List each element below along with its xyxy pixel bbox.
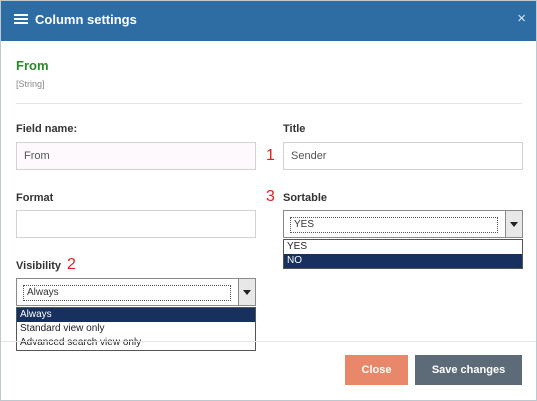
footer-divider	[1, 341, 536, 342]
sortable-select[interactable]: YES	[283, 210, 523, 238]
visibility-option-always[interactable]: Always	[17, 308, 255, 322]
sortable-options-list: YES NO	[283, 239, 523, 269]
sortable-option-no[interactable]: NO	[284, 254, 522, 268]
field-title: From	[16, 58, 49, 73]
dialog-title: Column settings	[35, 12, 137, 27]
list-icon	[14, 14, 28, 26]
visibility-select[interactable]: Always	[16, 278, 256, 306]
save-changes-button[interactable]: Save changes	[415, 355, 522, 385]
visibility-selected-value: Always	[23, 285, 231, 301]
format-input[interactable]	[16, 210, 256, 238]
field-name-label: Field name:	[16, 123, 78, 135]
visibility-label: Visibility	[16, 260, 62, 272]
column-settings-dialog: Column settings × From [String] Field na…	[0, 0, 537, 401]
dropdown-arrow-icon[interactable]	[238, 279, 255, 305]
visibility-option-advanced[interactable]: Advanced search view only	[17, 336, 255, 350]
sortable-label: Sortable	[283, 192, 328, 204]
annotation-1: 1	[266, 147, 275, 164]
annotation-3: 3	[266, 188, 275, 205]
title-input[interactable]	[283, 142, 523, 170]
close-icon[interactable]: ×	[517, 11, 526, 26]
sortable-selected-value: YES	[290, 217, 498, 233]
field-name-input[interactable]	[16, 142, 256, 170]
dropdown-arrow-icon[interactable]	[505, 211, 522, 237]
divider	[16, 103, 522, 104]
format-label: Format	[16, 192, 54, 204]
annotation-2: 2	[67, 256, 76, 273]
sortable-option-yes[interactable]: YES	[284, 240, 522, 254]
visibility-options-list: Always Standard view only Advanced searc…	[16, 307, 256, 351]
field-type: [String]	[16, 79, 45, 89]
dialog-header: Column settings ×	[1, 1, 536, 41]
visibility-option-standard[interactable]: Standard view only	[17, 322, 255, 336]
close-button[interactable]: Close	[345, 355, 408, 385]
title-label: Title	[283, 123, 306, 135]
